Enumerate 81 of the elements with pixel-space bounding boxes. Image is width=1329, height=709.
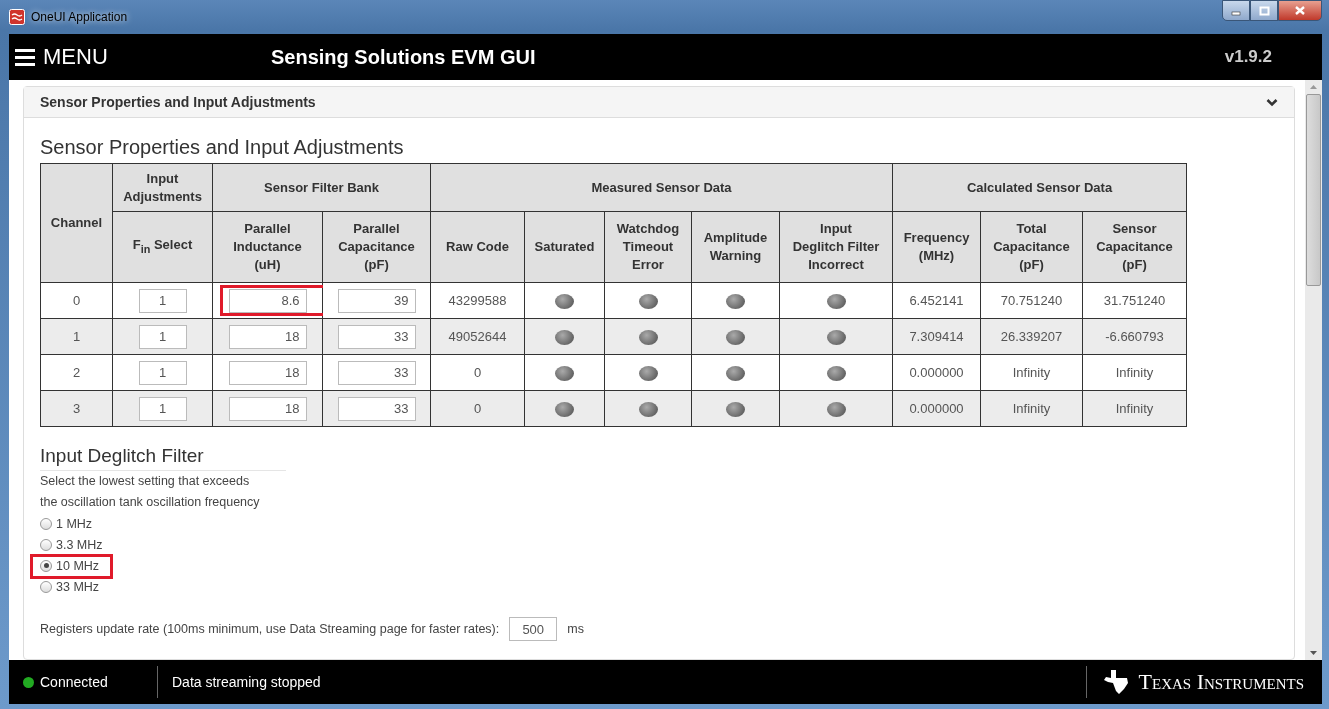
menu-button[interactable]: MENU (15, 44, 271, 70)
section-title: Input Deglitch Filter (40, 445, 286, 471)
table-cell: 31.751240 (1082, 282, 1187, 319)
number-field[interactable]: 1 (138, 324, 187, 349)
number-field[interactable]: 1 (138, 288, 187, 313)
brand-name: Texas Instruments (1138, 669, 1304, 695)
description-text: Select the lowest setting that exceeds (40, 473, 251, 490)
table-cell: 70.751240 (980, 282, 1083, 319)
streaming-status: Data streaming stopped (171, 674, 321, 690)
menu-icon (15, 48, 35, 66)
column-header: Total Capacitance (pF) (980, 211, 1083, 283)
minimize-button[interactable] (1222, 0, 1250, 21)
close-button[interactable] (1278, 0, 1322, 21)
column-header: Input Deglitch Filter Incorrect (779, 211, 893, 283)
maximize-button[interactable] (1250, 0, 1278, 21)
table-cell: 3 (40, 390, 113, 427)
field-label: Registers update rate (100ms minimum, use Data Streaming page for faster rates): (40, 622, 500, 636)
description-text: the oscillation tank oscillation frequency (40, 494, 261, 511)
column-header: Frequency (MHz) (892, 211, 981, 283)
column-group-header: Input Adjustments (112, 163, 213, 212)
table-cell: Infinity (1082, 390, 1187, 427)
number-field[interactable]: 500 (509, 617, 558, 641)
column-group-header: Measured Sensor Data (430, 163, 893, 212)
table-cell: 1 (40, 318, 113, 355)
radio-button[interactable] (40, 517, 52, 530)
column-header: Channel (40, 163, 113, 283)
table-cell: Infinity (980, 390, 1083, 427)
radio-label[interactable]: 3.3 MHz (56, 537, 103, 552)
table-cell: 0 (40, 282, 113, 319)
column-header: Saturated (524, 211, 605, 283)
radio-label[interactable]: 10 MHz (56, 558, 100, 573)
section-title: Sensor Properties and Input Adjustments (40, 136, 404, 159)
number-field[interactable]: 18 (228, 324, 307, 349)
scroll-down-icon[interactable] (1310, 651, 1317, 655)
close-icon (1294, 5, 1306, 16)
table-cell: 2 (40, 354, 113, 391)
app-icon (9, 9, 25, 25)
number-field[interactable]: 1 (138, 360, 187, 385)
radio-button[interactable] (40, 559, 52, 572)
table-cell: -6.660793 (1082, 318, 1187, 355)
logo-icon (1102, 669, 1129, 695)
table-cell: 26.339207 (980, 318, 1083, 355)
table-cell: 0.000000 (892, 390, 981, 427)
table-cell: 6.452141 (892, 282, 981, 319)
table-cell: 0.000000 (892, 354, 981, 391)
number-field[interactable]: 33 (337, 360, 416, 385)
column-group-header: Calculated Sensor Data (892, 163, 1187, 212)
app-title: Sensing Solutions EVM GUI (271, 45, 536, 69)
table-cell: 0 (430, 390, 525, 427)
window-title: OneUI Application (31, 10, 128, 24)
radio-label[interactable]: 33 MHz (56, 579, 100, 594)
number-field[interactable]: 18 (228, 360, 307, 385)
table-cell: 49052644 (430, 318, 525, 355)
number-field[interactable]: 33 (337, 396, 416, 421)
number-field[interactable]: 33 (337, 324, 416, 349)
radio-label[interactable]: 1 MHz (56, 516, 93, 531)
scrollbar[interactable] (1305, 80, 1322, 660)
accordion-header[interactable]: Sensor Properties and Input Adjustments (24, 87, 1294, 118)
number-field[interactable]: 18 (228, 396, 307, 421)
table-cell: 0 (430, 354, 525, 391)
unit-label: ms (567, 622, 584, 636)
column-header: Parallel Inductance (uH) (212, 211, 323, 283)
column-header: Raw Code (430, 211, 525, 283)
table-cell: 43299588 (430, 282, 525, 319)
radio-button[interactable] (40, 538, 52, 551)
number-field[interactable]: 39 (337, 288, 416, 313)
connection-status: Connected (40, 674, 108, 690)
table-cell: 7.309414 (892, 318, 981, 355)
version-label: v1.9.2 (1224, 47, 1272, 67)
column-header: Sensor Capacitance (pF) (1082, 211, 1187, 283)
column-header: F$_{in}$ Select (112, 211, 213, 283)
number-field[interactable]: 8.6 (228, 288, 307, 313)
radio-button[interactable] (40, 580, 52, 593)
column-header: Amplitude Warning (691, 211, 780, 283)
table-cell: Infinity (980, 354, 1083, 391)
column-header: Parallel Capacitance (pF) (322, 211, 431, 283)
column-header: Watchdog Timeout Error (604, 211, 692, 283)
maximize-icon (1258, 5, 1270, 16)
column-group-header: Sensor Filter Bank (212, 163, 431, 212)
table-cell: Infinity (1082, 354, 1187, 391)
number-field[interactable]: 1 (138, 396, 187, 421)
